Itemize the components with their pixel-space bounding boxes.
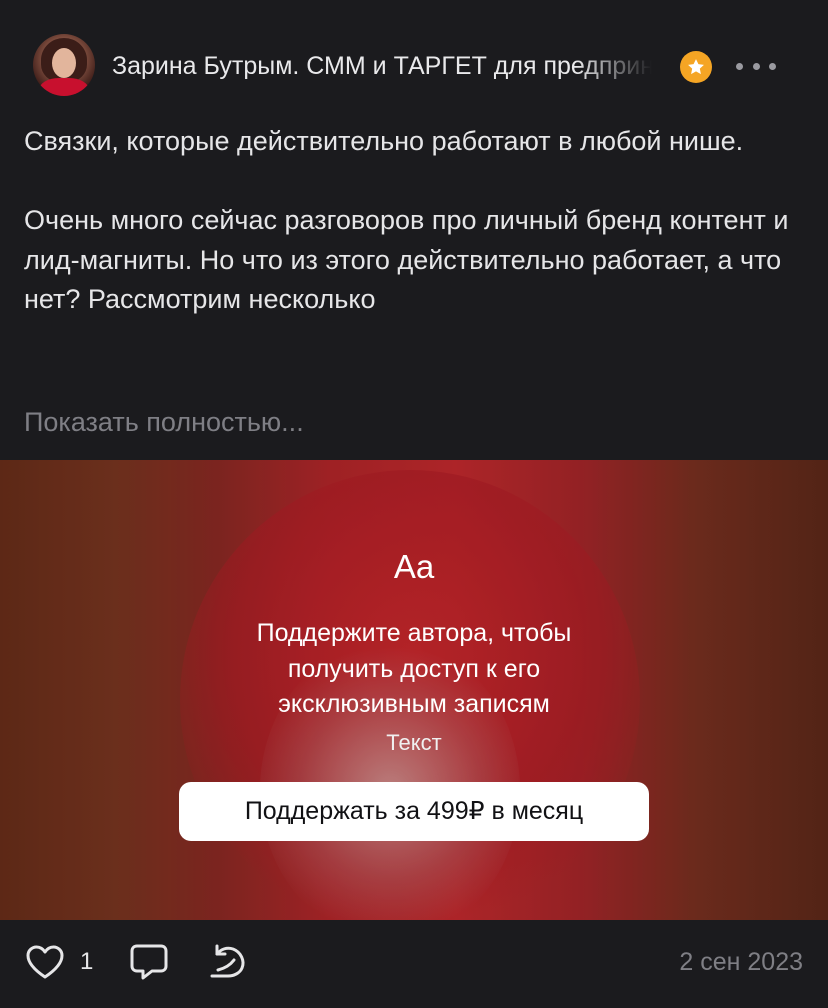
like-count: 1 — [80, 948, 94, 975]
more-icon[interactable] — [736, 52, 776, 80]
post-header: Зарина Бутрым. СММ и ТАРГЕТ для предприн… — [0, 0, 828, 120]
text-type-icon: Aa — [393, 548, 435, 585]
content-type-label: Текст — [386, 730, 442, 755]
repost-icon[interactable] — [204, 940, 250, 984]
star-badge-icon[interactable] — [680, 51, 712, 83]
post-paragraph: Связки, которые действительно работают в… — [24, 126, 744, 156]
show-more-link[interactable]: Показать полностью... — [24, 402, 304, 442]
post-footer: 1 2 сен 2023 — [0, 920, 828, 1008]
like-icon[interactable] — [24, 942, 66, 984]
support-button[interactable]: Поддержать за 499₽ в месяц — [179, 782, 649, 841]
comment-icon[interactable] — [128, 940, 170, 984]
post-paragraph: Очень много сейчас разговоров про личный… — [24, 205, 789, 314]
author-avatar[interactable] — [33, 34, 95, 96]
paywall-message: Поддержите автора, чтобы получить доступ… — [256, 619, 572, 718]
post-date: 2 сен 2023 — [679, 948, 803, 976]
author-name[interactable]: Зарина Бутрым. СММ и ТАРГЕТ для предприн… — [112, 48, 652, 84]
post-text: Связки, которые действительно работают в… — [24, 122, 804, 320]
